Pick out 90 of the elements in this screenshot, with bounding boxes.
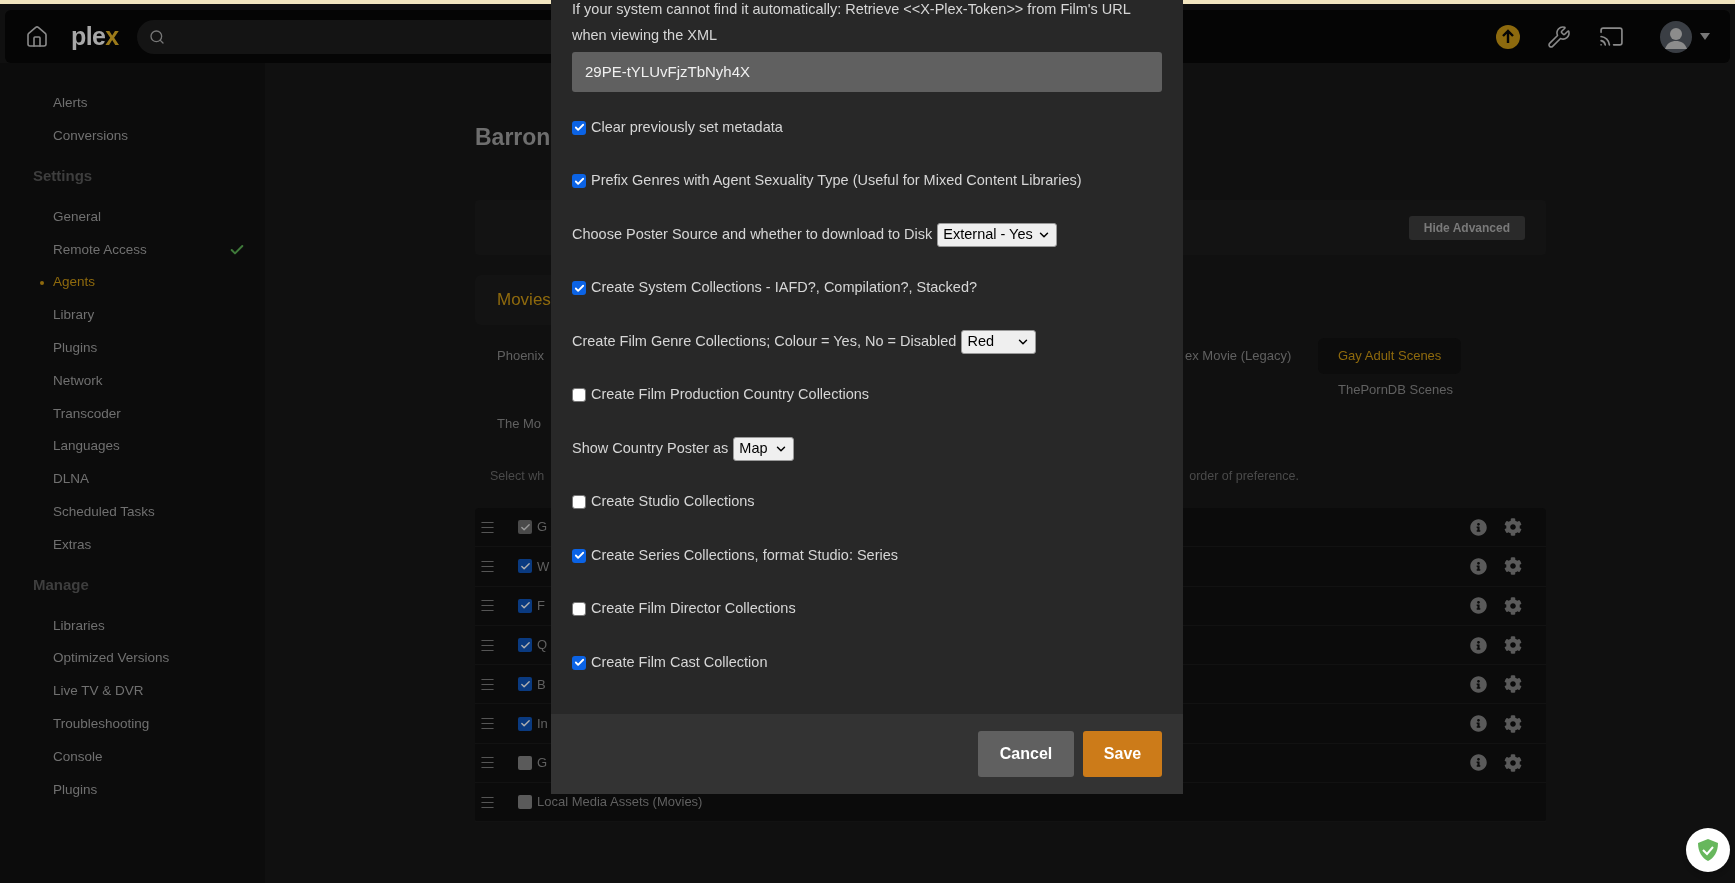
option-label: Create Film Production Country Collections xyxy=(591,385,870,405)
wrench-icon[interactable] xyxy=(1547,24,1571,49)
checkbox[interactable] xyxy=(572,120,586,135)
checkbox[interactable] xyxy=(572,388,586,403)
sidebar-item[interactable]: Scheduled Tasks xyxy=(53,502,155,523)
info-icon[interactable] xyxy=(1470,715,1487,733)
home-icon[interactable] xyxy=(25,24,49,49)
search-icon xyxy=(148,28,165,45)
checkbox[interactable] xyxy=(572,655,586,670)
option-label: Show Country Poster as xyxy=(572,438,729,458)
info-icon[interactable] xyxy=(1470,597,1487,615)
agent-name: F xyxy=(537,597,545,615)
checkbox[interactable] xyxy=(518,755,532,770)
dialog-description: If your system cannot find it automatically: Retrieve <<X-Plex-Token>> from Film's URL when viewing the XML xyxy=(572,0,1132,45)
dropdown[interactable]: External - Yes xyxy=(937,222,1058,247)
sidebar-item[interactable]: Alerts xyxy=(53,93,88,114)
checkbox[interactable] xyxy=(518,598,532,613)
caret-icon[interactable] xyxy=(1700,33,1710,40)
avatar-icon[interactable] xyxy=(1660,20,1692,53)
info-icon[interactable] xyxy=(1470,675,1487,693)
checkbox[interactable] xyxy=(518,716,532,731)
hint-text: order of preference. xyxy=(1189,467,1299,485)
option-label: Create Studio Collections xyxy=(591,492,755,512)
settings-icon[interactable] xyxy=(1504,714,1522,733)
token-field[interactable]: 29PE-tYLUvFjzTbNyh4X xyxy=(572,52,1162,92)
sidebar-item[interactable]: Languages xyxy=(53,436,120,457)
sidebar-item[interactable]: Network xyxy=(53,370,103,392)
agent-option[interactable]: The Mo xyxy=(497,414,542,434)
agent-name: G xyxy=(537,518,548,537)
save-button[interactable]: Save xyxy=(1083,731,1162,777)
agent-name: Q xyxy=(537,636,548,655)
sidebar-item[interactable]: Live TV & DVR xyxy=(53,681,144,702)
sidebar-item[interactable]: Optimized Versions xyxy=(53,648,170,669)
agent-option[interactable]: Phoenix xyxy=(497,346,544,366)
option-label: Create Film Director Collections xyxy=(591,599,796,619)
logo[interactable]: plex xyxy=(71,24,119,49)
option-label: Clear previously set metadata xyxy=(591,117,783,137)
sidebar-item[interactable]: DLNA xyxy=(53,469,89,490)
sidebar-item[interactable]: Libraries xyxy=(53,615,105,636)
checkbox[interactable] xyxy=(572,602,586,617)
hide-advanced-button[interactable]: Hide Advanced xyxy=(1408,215,1525,240)
agent-option[interactable]: Gay Adult Scenes xyxy=(1318,338,1462,374)
cast-icon[interactable] xyxy=(1599,24,1624,49)
settings-icon[interactable] xyxy=(1504,557,1522,576)
sidebar-item[interactable]: Plugins xyxy=(53,779,98,800)
option-label: Create Film Genre Collections; Colour = Yes, No = Disabled xyxy=(572,331,957,351)
sidebar-item[interactable]: Troubleshooting xyxy=(53,714,150,735)
upgrade-icon[interactable] xyxy=(1496,24,1520,49)
sidebar-item[interactable]: Agents xyxy=(53,272,96,293)
sidebar-item[interactable]: Extras xyxy=(53,534,92,556)
settings-icon[interactable] xyxy=(1504,636,1522,655)
checkbox[interactable] xyxy=(518,638,532,653)
agent-option[interactable]: ex Movie (Legacy) xyxy=(1185,346,1292,366)
hint-text: Select wh xyxy=(490,467,545,485)
info-icon[interactable] xyxy=(1470,636,1487,654)
checkbox[interactable] xyxy=(518,559,532,574)
option-label: Choose Poster Source and whether to download to Disk xyxy=(572,224,933,244)
agent-name: G xyxy=(537,754,548,773)
sidebar-item[interactable]: Remote Access xyxy=(53,239,147,260)
agent-option[interactable]: ThePornDB Scenes xyxy=(1318,380,1473,400)
info-icon[interactable] xyxy=(1470,557,1487,575)
dropdown[interactable]: Red xyxy=(961,329,1037,354)
sidebar-item[interactable]: General xyxy=(53,206,102,228)
checkbox[interactable] xyxy=(572,495,586,510)
agent-name: Local Media Assets (Movies) xyxy=(537,793,703,812)
option-label: Create Series Collections, format Studio: Series xyxy=(591,545,899,565)
shield-badge[interactable] xyxy=(1686,828,1730,872)
checkbox[interactable] xyxy=(572,548,586,563)
settings-icon[interactable] xyxy=(1504,675,1522,694)
shield-check-icon xyxy=(1697,838,1719,862)
checkbox[interactable] xyxy=(572,174,586,189)
agent-name: In xyxy=(537,714,548,733)
info-icon[interactable] xyxy=(1470,754,1487,772)
agent-name: W xyxy=(537,557,550,576)
sidebar-item[interactable]: Library xyxy=(53,305,95,326)
agent-name: B xyxy=(537,675,546,694)
sidebar-item[interactable]: Plugins xyxy=(53,338,98,359)
settings-icon[interactable] xyxy=(1504,753,1522,772)
checkbox[interactable] xyxy=(572,281,586,296)
option-label: Create Film Cast Collection xyxy=(591,652,768,672)
page-title: Barron xyxy=(475,123,551,152)
sidebar-item[interactable]: Transcoder xyxy=(53,403,121,424)
sidebar-item[interactable]: Conversions xyxy=(53,126,129,147)
option-label: Prefix Genres with Agent Sexuality Type (Useful for Mixed Content Libraries) xyxy=(591,171,1082,191)
settings-icon[interactable] xyxy=(1504,596,1522,615)
sidebar-item[interactable]: Console xyxy=(53,746,103,768)
cancel-button[interactable]: Cancel xyxy=(978,731,1074,777)
dropdown[interactable]: Map xyxy=(733,436,795,461)
checkbox[interactable] xyxy=(518,795,532,810)
checkbox[interactable] xyxy=(518,677,532,692)
